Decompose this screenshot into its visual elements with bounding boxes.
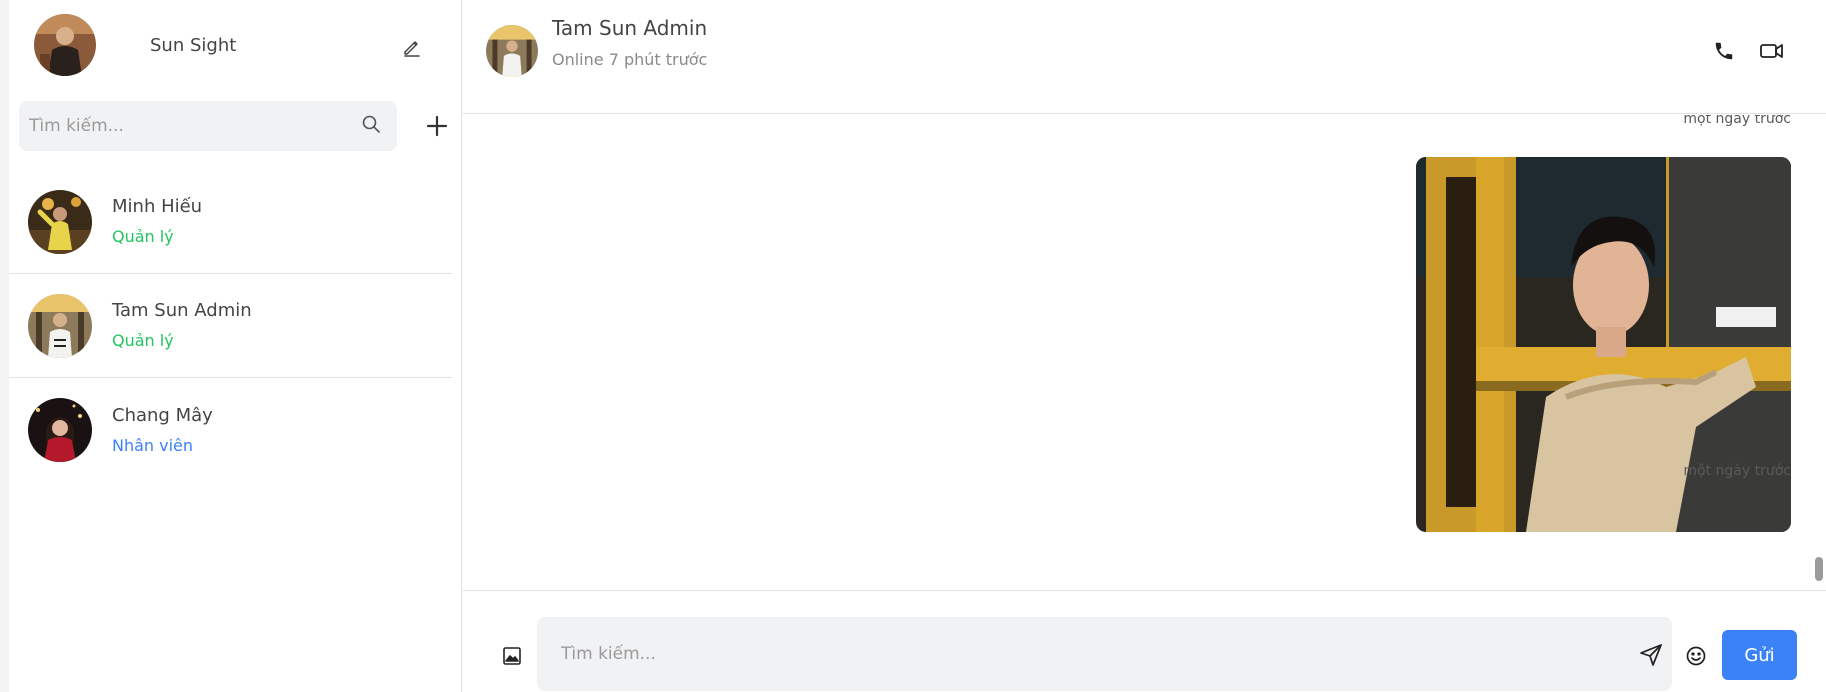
contact-name: Chang Mây bbox=[112, 404, 213, 426]
chat-panel: Tam Sun Admin Online 7 phút trước một ng… bbox=[463, 0, 1826, 692]
contact-role: Quản lý bbox=[112, 331, 174, 350]
video-icon bbox=[1760, 44, 1783, 58]
image-icon bbox=[503, 647, 521, 665]
send-button[interactable]: Gửi bbox=[1722, 630, 1797, 680]
contact-role: Quản lý bbox=[112, 227, 174, 246]
contact-item[interactable]: Chang Mây Nhân viên bbox=[9, 378, 452, 482]
contact-info: Chang Mây Nhân viên bbox=[112, 404, 213, 457]
contact-role: Nhân viên bbox=[112, 435, 194, 455]
peer-avatar[interactable] bbox=[486, 25, 538, 77]
send-icon[interactable] bbox=[1637, 641, 1665, 669]
contact-info: Tam Sun Admin Quản lý bbox=[112, 299, 252, 352]
peer-name: Tam Sun Admin bbox=[552, 16, 708, 40]
contact-search bbox=[19, 101, 397, 151]
video-call-button[interactable] bbox=[1758, 38, 1786, 64]
current-user-name: Sun Sight bbox=[150, 34, 237, 56]
contact-avatar bbox=[28, 189, 92, 254]
message-time: một ngày trước bbox=[1683, 463, 1791, 479]
sidebar: Sun Sight Tìm kiếm... Minh Hiếu Quản lý … bbox=[0, 0, 462, 692]
contact-item[interactable]: Minh Hiếu Quản lý bbox=[9, 170, 452, 274]
call-button[interactable] bbox=[1710, 38, 1738, 64]
add-conversation-button[interactable] bbox=[424, 112, 450, 140]
message-time: một ngày trước bbox=[1683, 115, 1791, 127]
message-composer: Gửi bbox=[463, 590, 1826, 692]
plus-icon bbox=[426, 115, 448, 137]
contact-avatar bbox=[28, 398, 92, 462]
contact-name: Minh Hiếu bbox=[112, 196, 203, 217]
contact-info: Minh Hiếu Quản lý bbox=[112, 195, 202, 248]
phone-icon bbox=[1715, 42, 1733, 60]
scrollbar-thumb[interactable] bbox=[1815, 557, 1823, 581]
contact-name: Tam Sun Admin bbox=[112, 300, 252, 321]
chat-header: Tam Sun Admin Online 7 phút trước bbox=[463, 0, 1826, 114]
edit-button[interactable] bbox=[398, 34, 426, 60]
search-icon[interactable] bbox=[361, 114, 381, 138]
contact-item[interactable]: Tam Sun Admin Quản lý bbox=[9, 274, 452, 378]
message-input[interactable] bbox=[561, 639, 1611, 669]
chat-app: Sun Sight Tìm kiếm... Minh Hiếu Quản lý … bbox=[0, 0, 1826, 692]
peer-status: Online 7 phút trước bbox=[552, 50, 708, 69]
search-input[interactable] bbox=[29, 116, 361, 136]
emoji-button[interactable] bbox=[1683, 643, 1709, 669]
message-input-box bbox=[537, 617, 1672, 691]
edit-icon bbox=[404, 41, 420, 57]
emoji-icon bbox=[1686, 646, 1706, 666]
contact-avatar bbox=[28, 293, 92, 358]
contact-list: Minh Hiếu Quản lý Tam Sun Admin Quản lý … bbox=[9, 170, 452, 482]
sidebar-edge bbox=[0, 0, 9, 692]
current-user-avatar[interactable] bbox=[34, 14, 96, 76]
message-list[interactable]: một ngày trước một ngày trước bbox=[463, 115, 1826, 590]
current-user: Sun Sight bbox=[34, 14, 236, 76]
attach-image-button[interactable] bbox=[499, 643, 525, 669]
